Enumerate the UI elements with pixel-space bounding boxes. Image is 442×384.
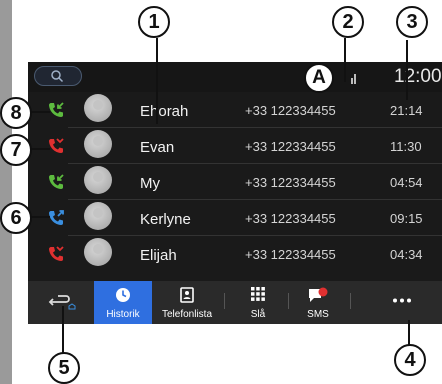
call-row[interactable]: Evan +33 122334455 11:30	[28, 128, 442, 164]
callout-a: A	[304, 63, 334, 93]
call-row[interactable]: Ehorah +33 122334455 21:14	[28, 92, 442, 128]
call-time: 09:15	[390, 211, 423, 226]
call-time: 11:30	[390, 139, 422, 154]
tab-more[interactable]	[362, 281, 442, 324]
incoming-call-icon	[49, 102, 64, 117]
tab-label: Historik	[106, 309, 140, 320]
phone-number: +33 122334455	[245, 103, 336, 118]
leader-line-5	[62, 306, 64, 354]
clock-icon	[116, 288, 130, 302]
contact-name: My	[140, 175, 160, 192]
signal-icon	[351, 72, 357, 84]
callout-1: 1	[138, 6, 170, 38]
tab-sla[interactable]: Slå	[228, 281, 288, 324]
phone-number: +33 122334455	[245, 211, 336, 226]
callout-4: 4	[394, 344, 426, 376]
search-icon	[51, 70, 64, 83]
bottom-tab-bar: Historik Telefonlista Slå SMS	[28, 281, 442, 324]
leader-line-4	[408, 320, 410, 346]
missed-call-icon	[49, 246, 64, 261]
back-icon	[48, 295, 76, 310]
call-row[interactable]: My +33 122334455 04:54	[28, 164, 442, 200]
tab-separator	[224, 293, 225, 309]
tab-sms[interactable]: SMS	[290, 281, 346, 324]
tab-label: SMS	[307, 309, 329, 320]
tab-separator	[350, 293, 351, 309]
callout-6: 6	[0, 202, 32, 234]
incoming-call-icon	[49, 174, 64, 189]
phone-number: +33 122334455	[245, 175, 336, 190]
call-row[interactable]: Kerlyne +33 122334455 09:15	[28, 200, 442, 236]
status-bar: 12:00	[28, 62, 442, 92]
leader-line-3	[406, 40, 408, 100]
callout-7: 7	[0, 134, 32, 166]
side-strip	[0, 0, 12, 384]
call-row[interactable]: Elijah +33 122334455 04:34	[28, 236, 442, 272]
call-time: 21:14	[390, 103, 423, 118]
tab-back[interactable]	[28, 281, 94, 324]
avatar	[84, 238, 112, 266]
leader-line-1	[156, 38, 158, 124]
keypad-icon	[251, 287, 265, 301]
tab-telefonlista[interactable]: Telefonlista	[152, 281, 222, 324]
missed-call-icon	[49, 138, 64, 153]
contact-name: Elijah	[140, 247, 177, 264]
outgoing-call-icon	[49, 210, 64, 225]
contact-name: Ehorah	[140, 103, 189, 120]
call-time: 04:34	[390, 247, 423, 262]
tab-label: Slå	[250, 309, 266, 320]
call-time: 04:54	[390, 175, 423, 190]
phone-number: +33 122334455	[245, 247, 336, 262]
avatar	[84, 166, 112, 194]
tab-separator	[288, 293, 289, 309]
callout-5: 5	[48, 352, 80, 384]
contact-name: Evan	[140, 139, 175, 156]
sms-icon	[309, 287, 328, 302]
leader-line-2	[344, 38, 346, 82]
tab-label: Telefonlista	[161, 309, 213, 320]
callout-2: 2	[332, 6, 364, 38]
callout-3: 3	[396, 6, 428, 38]
contacts-icon	[180, 287, 194, 303]
avatar	[84, 94, 112, 122]
more-icon	[393, 298, 411, 303]
avatar	[84, 130, 112, 158]
search-button[interactable]	[34, 66, 82, 86]
status-time: 12:00	[394, 66, 442, 87]
phone-number: +33 122334455	[245, 139, 336, 154]
callout-8: 8	[0, 97, 32, 129]
tab-historik[interactable]: Historik	[94, 281, 152, 324]
phone-screen: 12:00 Ehorah +33 122334455 21:14 Evan +3…	[28, 62, 442, 324]
contact-name: Kerlyne	[140, 211, 191, 228]
avatar	[84, 202, 112, 230]
